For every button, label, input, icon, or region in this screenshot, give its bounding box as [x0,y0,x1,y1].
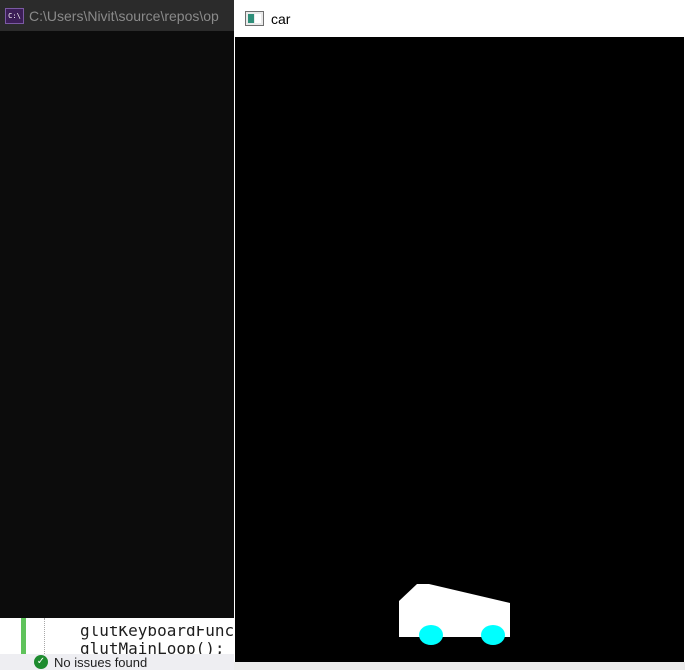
car-window-titlebar[interactable]: car [234,0,685,37]
car-wheel-rear [481,625,505,645]
window-bottom-border [234,662,685,670]
check-circle-icon: ✓ [34,655,48,669]
code-editor[interactable]: glutKeyboardFunc( glutMainLoop(); [0,618,244,658]
car-window-title: car [271,10,291,27]
console-titlebar[interactable]: C:\ C:\Users\Nivit\source\repos\op [0,0,236,31]
console-icon: C:\ [5,7,24,24]
glut-window-icon [245,11,264,26]
console-window: C:\ C:\Users\Nivit\source\repos\op glutK… [0,0,260,670]
status-text[interactable]: No issues found [54,655,147,670]
change-indicator-bar [21,618,26,654]
car-window: car [234,0,685,670]
render-canvas[interactable] [235,37,684,662]
fold-guide-line [44,618,45,654]
code-line[interactable]: glutKeyboardFunc( [80,626,244,640]
status-bar: ✓ No issues found [0,654,260,670]
car-wheel-front [419,625,443,645]
car-scene [399,584,510,645]
console-window-title: C:\Users\Nivit\source\repos\op [29,7,219,24]
